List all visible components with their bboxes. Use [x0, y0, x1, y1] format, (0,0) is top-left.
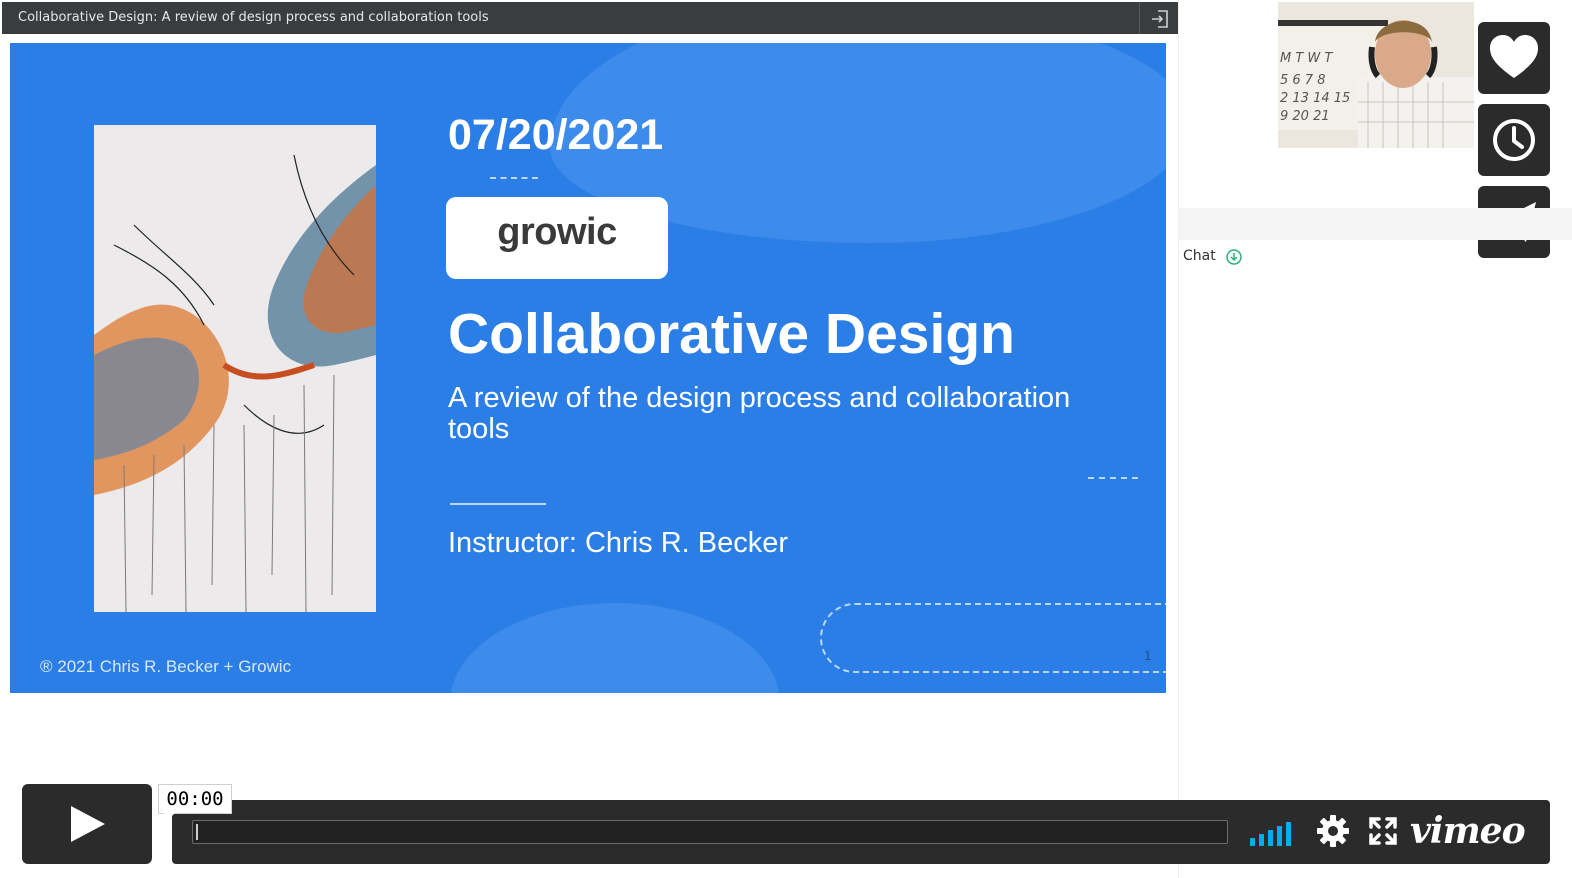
decorative-dash — [1088, 477, 1138, 479]
logo-text: growic — [497, 211, 617, 253]
slide-headline: Collaborative Design — [448, 302, 1015, 366]
window-title: Collaborative Design: A review of design… — [18, 10, 489, 25]
panel-band — [1179, 208, 1572, 240]
slide-page-number: 1 — [1144, 649, 1152, 663]
svg-text:M T W T: M T W T — [1280, 51, 1333, 66]
player-control-bar: vimeo — [172, 800, 1550, 864]
slide-copyright: ® 2021 Chris R. Becker + Growic — [40, 657, 292, 676]
presenter-webcam: M T W T 5 6 7 8 2 13 14 15 9 20 21 — [1278, 2, 1474, 148]
heart-icon — [1490, 35, 1538, 78]
exit-fullscreen-button[interactable] — [1139, 2, 1178, 34]
decorative-blob — [450, 603, 780, 693]
watch-later-button[interactable] — [1478, 104, 1550, 176]
decorative-dashed-shape — [820, 603, 1166, 673]
fullscreen-icon[interactable] — [1368, 816, 1398, 846]
svg-text:5 6 7 8: 5 6 7 8 — [1280, 73, 1325, 88]
progress-played — [196, 824, 198, 840]
pane-divider — [1178, 0, 1179, 878]
current-time: 00:00 — [158, 784, 232, 819]
presentation-slide: 07/20/2021 growic Collaborative Design A… — [10, 43, 1166, 693]
decorative-dash — [490, 177, 538, 179]
clock-icon — [1493, 119, 1535, 161]
play-icon — [71, 806, 105, 842]
vimeo-logo[interactable]: vimeo — [1410, 810, 1526, 852]
chat-label[interactable]: Chat — [1183, 248, 1216, 264]
like-button[interactable] — [1478, 22, 1550, 94]
growic-logo: growic — [446, 197, 668, 279]
svg-text:2 13 14 15: 2 13 14 15 — [1280, 91, 1350, 106]
play-button[interactable] — [22, 784, 152, 864]
progress-bar[interactable] — [192, 820, 1228, 844]
instructor-name: Instructor: Chris R. Becker — [448, 527, 789, 559]
slide-date: 07/20/2021 — [448, 111, 664, 159]
download-circle-icon[interactable] — [1225, 248, 1243, 266]
svg-text:9 20 21: 9 20 21 — [1280, 109, 1330, 124]
window-title-bar: Collaborative Design: A review of design… — [2, 2, 1178, 34]
gear-icon[interactable] — [1316, 814, 1350, 848]
divider — [450, 503, 546, 505]
slide-subtitle: A review of the design process and colla… — [448, 382, 1071, 445]
hands-artwork-image — [94, 125, 376, 612]
sign-in-icon — [1152, 10, 1168, 28]
volume-icon[interactable] — [1250, 818, 1300, 846]
